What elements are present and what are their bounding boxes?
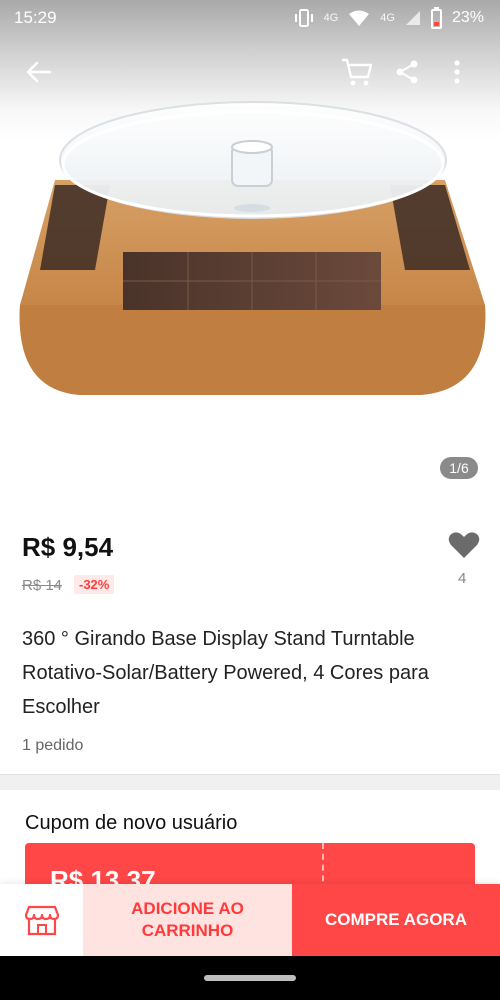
more-vertical-icon [454,60,460,84]
orders-count: 1 pedido [22,737,84,754]
more-button[interactable] [432,51,482,93]
status-time: 15:29 [14,8,57,27]
system-navigation-bar [0,956,500,1000]
battery-percent: 23% [451,9,484,26]
network-label-2: 4G [380,12,395,24]
app-bar [0,44,500,100]
coupon-section-title: Cupom de novo usuário [25,812,238,834]
cart-button[interactable] [332,51,382,93]
section-divider [0,774,500,790]
add-to-cart-button[interactable]: ADICIONE AO CARRINHO [83,884,292,956]
wifi-icon [349,10,370,26]
store-icon [24,905,59,936]
arrow-left-icon [26,61,52,83]
store-button[interactable] [0,884,83,956]
status-bar: 15:29 4G 4G 23% [0,0,500,36]
bottom-action-bar: ADICIONE AO CARRINHO COMPRE AGORA [0,884,500,956]
home-handle[interactable] [204,975,296,981]
status-icons: 4G 4G 23% [294,7,484,29]
cart-icon [342,58,373,86]
signal-icon [405,11,420,25]
original-price: R$ 14 [22,577,63,594]
heart-icon [448,532,480,558]
buy-now-button[interactable]: COMPRE AGORA [292,884,500,956]
battery-icon [430,7,442,29]
discount-badge: -32% [74,575,115,594]
back-button[interactable] [18,51,60,93]
product-image [19,101,486,395]
vibrate-icon [294,9,313,27]
wishlist-button[interactable] [446,528,482,562]
share-icon [396,60,418,84]
product-title: 360 ° Girando Base Display Stand Turntab… [22,628,429,718]
current-price: R$ 9,54 [22,532,114,562]
network-label-1: 4G [323,12,339,24]
share-button[interactable] [382,51,432,93]
image-page-counter: 1/6 [440,457,478,479]
wishlist-count: 4 [458,570,467,587]
